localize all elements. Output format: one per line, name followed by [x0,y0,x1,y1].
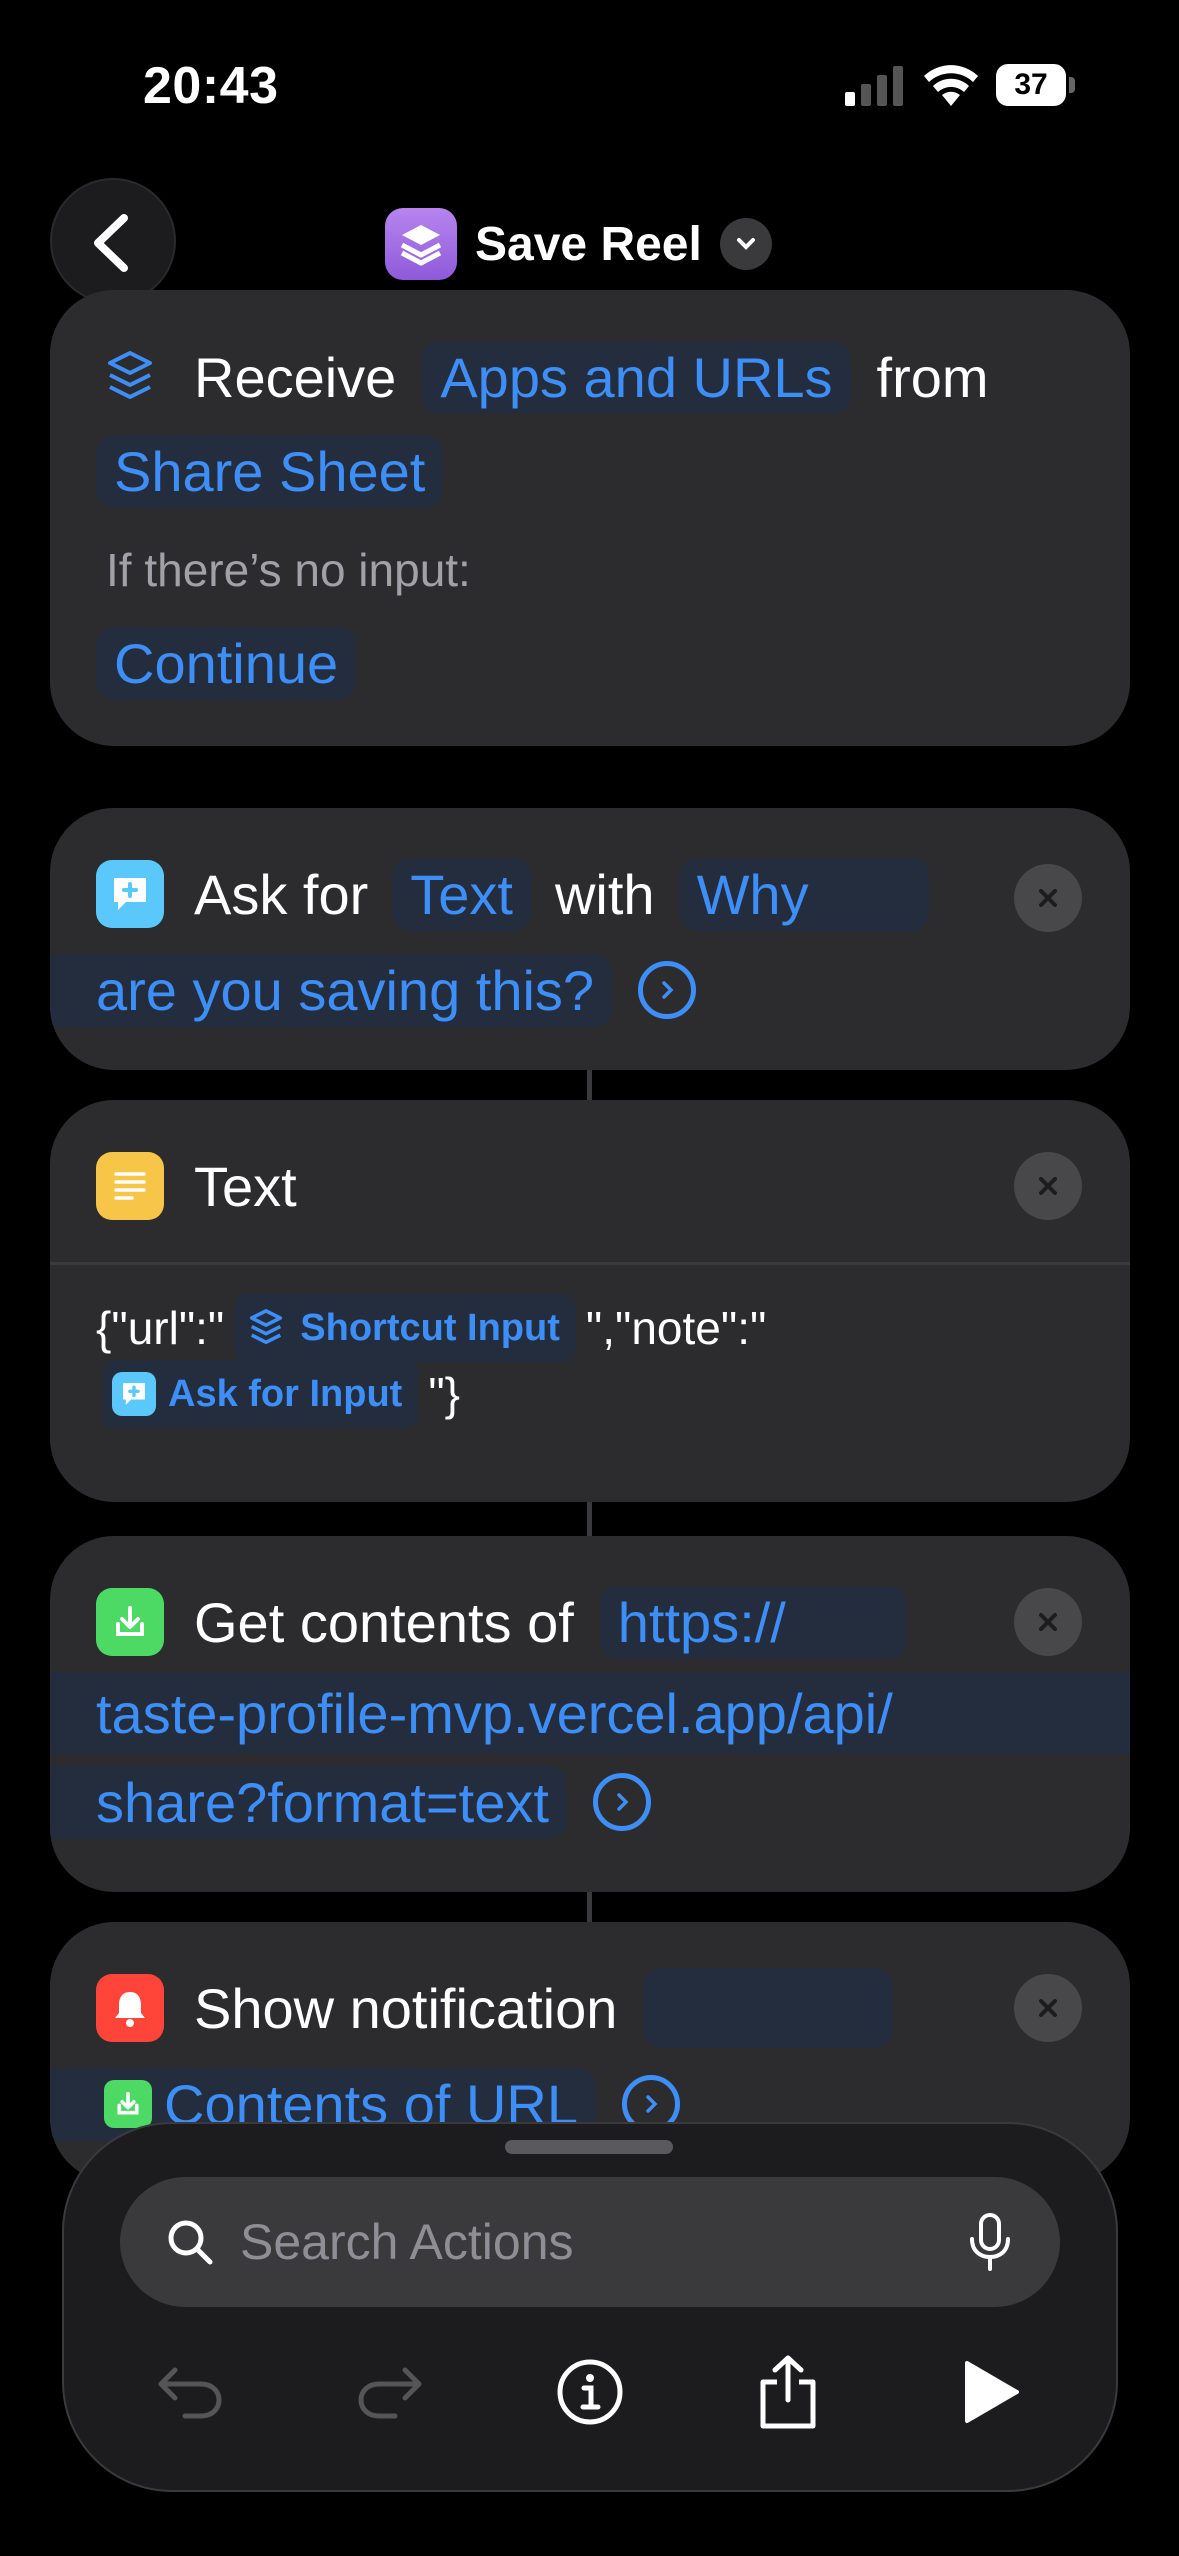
input-types-token[interactable]: Apps and URLs [422,340,851,414]
ask-for-input-token[interactable]: Ask for Input [102,1360,419,1428]
download-icon [96,1588,164,1656]
back-button[interactable] [50,178,176,304]
close-icon [1039,1613,1057,1631]
shortcut-input-token-label: Shortcut Input [300,1306,560,1349]
microphone-icon[interactable] [968,2213,1012,2271]
text-suffix: "} [428,1368,461,1420]
chevron-right-icon [662,981,674,999]
no-input-label: If there’s no input: [106,544,471,596]
close-icon [1039,1999,1057,2017]
source-token[interactable]: Share Sheet [96,434,444,508]
prompt-token[interactable]: Why [678,857,929,931]
shortcut-input-token[interactable]: Shortcut Input [234,1294,576,1362]
remove-action-button[interactable] [1014,1974,1082,2042]
url-token[interactable]: https:// [599,1585,906,1659]
remove-action-button[interactable] [1014,1152,1082,1220]
chevron-right-icon [646,2095,658,2113]
redo-button[interactable] [350,2352,430,2432]
info-icon [557,2359,623,2425]
with-label: with [554,862,655,926]
run-shortcut-button[interactable] [950,2352,1030,2432]
expand-options-button[interactable] [592,1773,651,1831]
cellular-signal-icon [845,66,905,106]
search-icon [164,2216,216,2268]
ask-for-input-icon [112,1372,156,1416]
action-connector [587,1502,592,1536]
text-body-line-1[interactable]: {"url":" Shortcut Input ","note":" [96,1292,766,1364]
text-prefix: {"url":" [96,1302,225,1354]
battery-level: 37 [996,64,1066,106]
expand-options-button[interactable] [638,961,697,1019]
text-body-line-2[interactable]: Ask for Input "} [96,1358,460,1430]
battery-icon: 37 [996,64,1076,108]
ask-for-input-token-label: Ask for Input [168,1372,403,1415]
get-contents-label: Get contents of [194,1590,574,1654]
divider [50,1262,1130,1265]
shortcut-app-icon [385,208,457,280]
no-input-action-token[interactable]: Continue [96,626,357,700]
share-button[interactable] [748,2352,828,2432]
text-action[interactable]: Text {"url":" Shortcut Input ","note":" [50,1100,1130,1502]
chevron-left-icon [94,214,128,272]
ask-for-input-icon [96,860,164,928]
download-icon [104,2080,152,2128]
shortcut-title: Save Reel [475,217,702,271]
text-middle: ","note":" [585,1302,767,1354]
prompt-token-continued[interactable]: are you saving this? [50,953,613,1027]
status-time: 20:43 [143,57,279,115]
action-connector [587,1070,592,1100]
shortcut-input-icon [244,1306,288,1350]
chevron-down-icon [719,218,772,270]
ask-for-label: Ask for [194,862,369,926]
undo-icon [158,2367,222,2419]
play-icon [965,2361,1019,2423]
shortcut-input-icon [104,349,156,405]
shortcut-title-menu[interactable]: Save Reel [385,207,772,281]
receive-label: Receive [194,345,397,409]
ask-for-input-action[interactable]: Ask for Text with Why are you saving thi… [50,808,1130,1070]
search-placeholder: Search Actions [240,2214,574,2270]
share-icon [760,2355,816,2429]
from-label: from [876,345,989,409]
search-actions-field[interactable]: Search Actions [120,2177,1060,2307]
get-contents-of-url-action[interactable]: Get contents of https:// taste-profile-m… [50,1536,1130,1892]
close-icon [1039,1177,1057,1195]
close-icon [1039,889,1057,907]
url-token-end[interactable]: share?format=text [50,1765,567,1839]
text-action-icon [96,1152,164,1220]
remove-action-button[interactable] [1014,1588,1082,1656]
notification-bell-icon [96,1974,164,2042]
receive-input-action[interactable]: Receive Apps and URLs from Share Sheet I… [50,290,1130,746]
chevron-right-icon [617,1793,629,1811]
remove-action-button[interactable] [1014,864,1082,932]
notification-title-token[interactable] [643,1968,894,2048]
sheet-grabber[interactable] [505,2140,673,2154]
info-button[interactable] [550,2352,630,2432]
input-type-token[interactable]: Text [392,857,531,931]
url-token-continued[interactable]: taste-profile-mvp.vercel.app/api/ [50,1681,893,1746]
redo-icon [358,2367,422,2419]
undo-button[interactable] [150,2352,230,2432]
wifi-icon [922,62,980,106]
text-action-title: Text [194,1154,297,1218]
action-connector [587,1892,592,1922]
show-notification-label: Show notification [194,1976,618,2040]
